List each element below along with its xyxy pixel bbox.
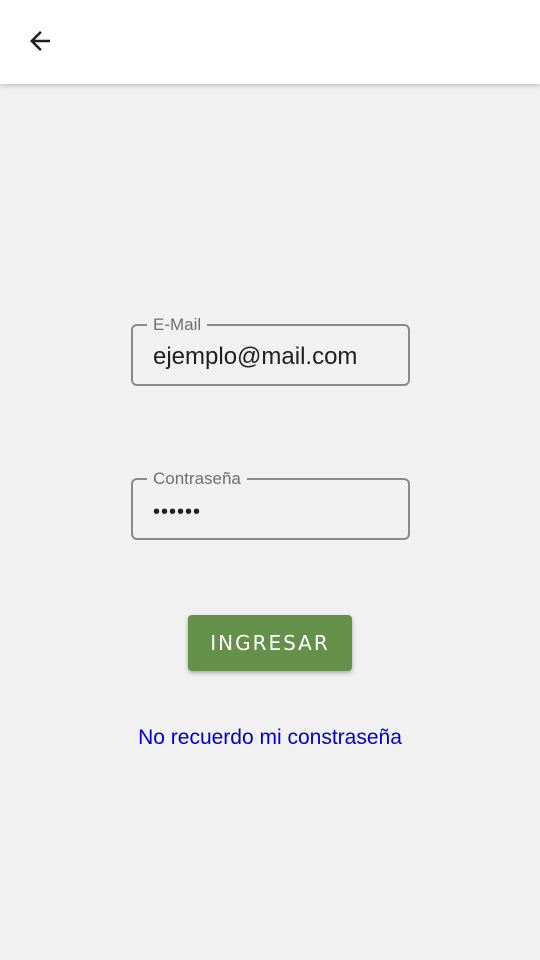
app-bar	[0, 0, 540, 84]
email-input[interactable]: ejemplo@mail.com	[153, 343, 396, 371]
password-label: Contraseña	[147, 469, 247, 489]
login-screen: E-Mail ejemplo@mail.com Contraseña •••••…	[0, 0, 540, 960]
forgot-password-link[interactable]: No recuerdo mi constraseña	[0, 726, 540, 750]
back-button[interactable]	[16, 19, 64, 67]
password-field[interactable]: Contraseña ••••••	[131, 469, 410, 540]
password-input[interactable]: ••••••	[153, 498, 396, 526]
arrow-left-icon	[25, 26, 55, 61]
login-button[interactable]: INGRESAR	[188, 615, 352, 671]
email-label: E-Mail	[147, 315, 208, 335]
email-field[interactable]: E-Mail ejemplo@mail.com	[131, 315, 410, 386]
